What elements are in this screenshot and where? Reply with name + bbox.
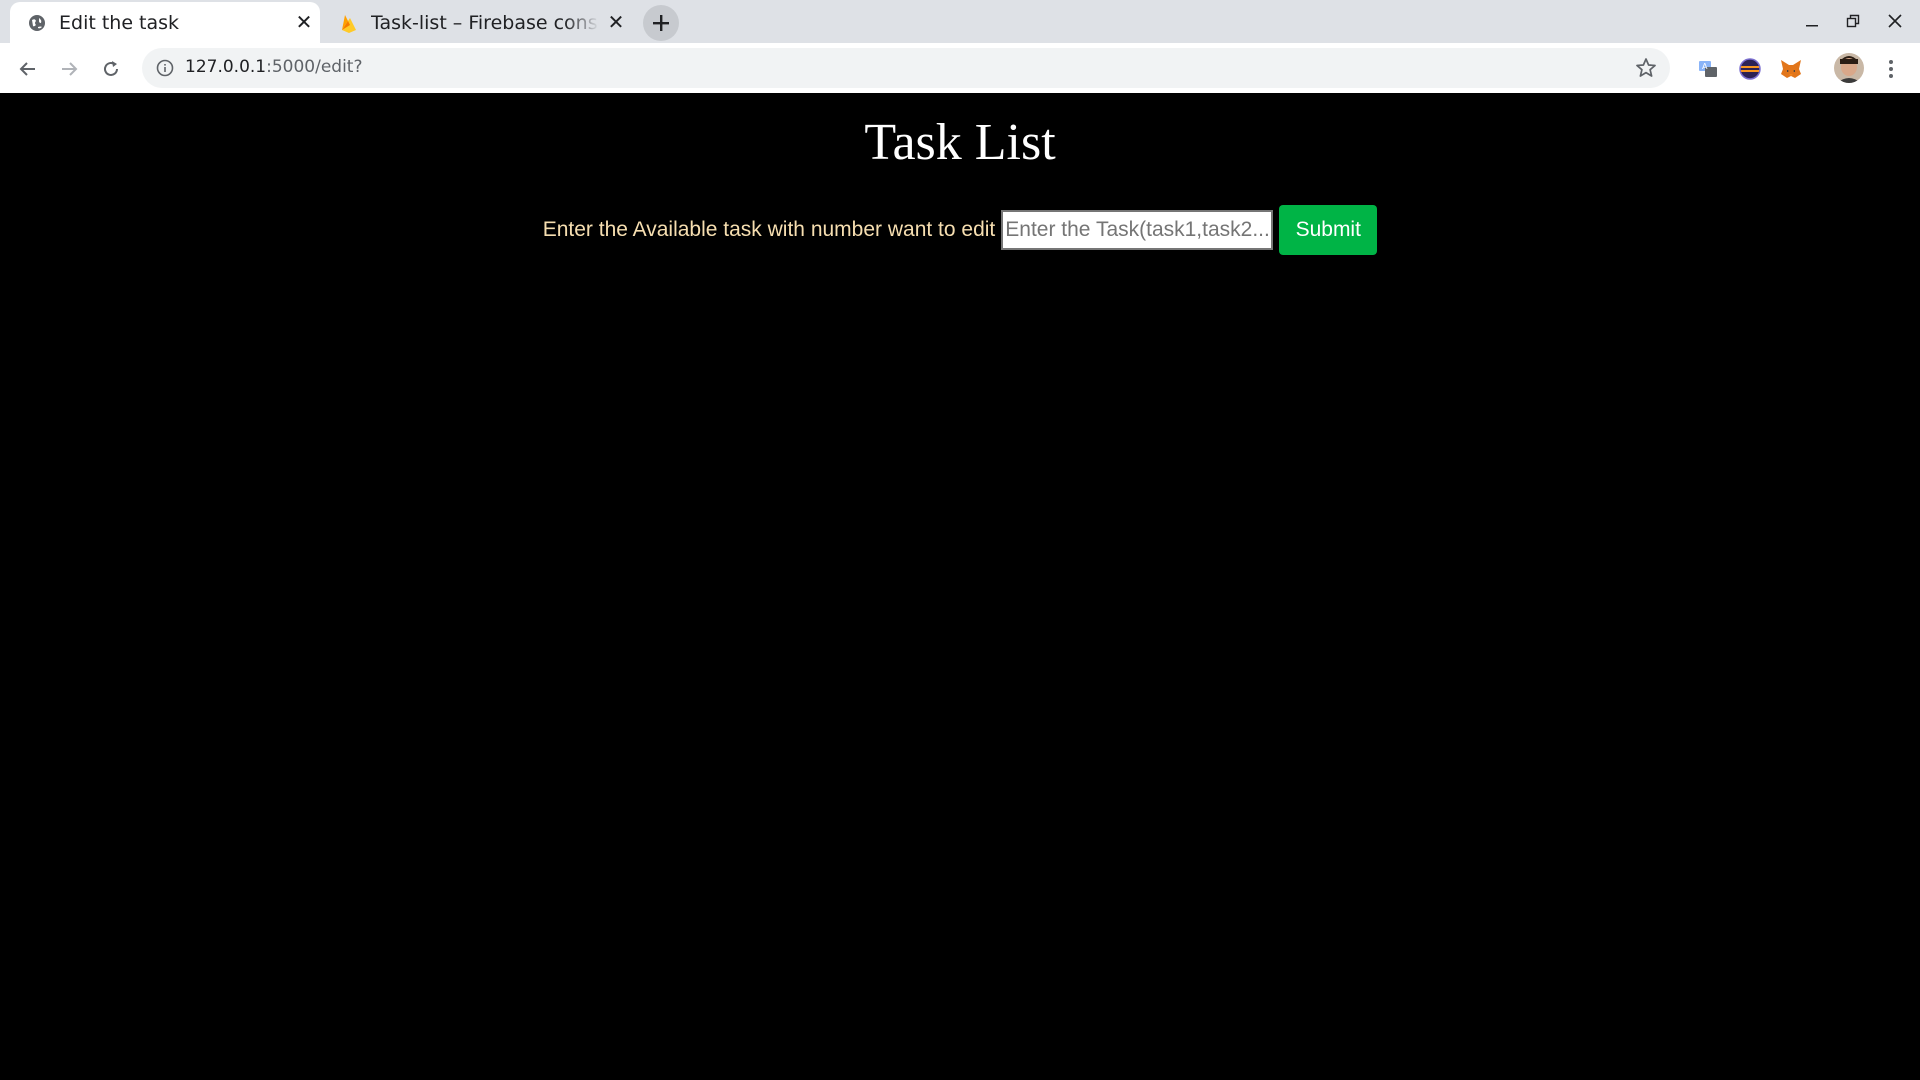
restore-window-button[interactable] bbox=[1838, 8, 1868, 34]
eclipse-extension-icon[interactable] bbox=[1736, 55, 1764, 83]
new-tab-button[interactable] bbox=[643, 5, 679, 41]
svg-text:A: A bbox=[1702, 62, 1708, 71]
restore-icon bbox=[1846, 14, 1860, 28]
tab-firebase-console[interactable]: Task-list – Firebase console ✕ bbox=[322, 2, 632, 43]
avatar[interactable] bbox=[1834, 53, 1864, 83]
url-text[interactable]: 127.0.0.1:5000/edit? bbox=[185, 57, 363, 77]
close-tab-icon[interactable]: ✕ bbox=[293, 12, 315, 34]
url-host: 127.0.0.1 bbox=[185, 57, 267, 77]
firebase-icon bbox=[339, 13, 359, 33]
close-window-button[interactable] bbox=[1880, 8, 1910, 34]
tab-title: Task-list – Firebase console bbox=[371, 11, 599, 34]
address-bar[interactable]: 127.0.0.1:5000/edit? bbox=[142, 48, 1670, 88]
minimize-icon bbox=[1806, 25, 1818, 27]
browser-toolbar: 127.0.0.1:5000/edit? A bbox=[0, 43, 1920, 93]
close-icon bbox=[1888, 14, 1902, 28]
page-content: Task List Enter the Available task with … bbox=[0, 93, 1920, 1080]
translate-extension-icon[interactable]: A bbox=[1694, 55, 1722, 83]
bookmark-star-icon[interactable] bbox=[1632, 54, 1660, 82]
globe-icon bbox=[27, 13, 47, 33]
task-input-label: Enter the Available task with number wan… bbox=[542, 218, 996, 241]
metamask-fox-icon[interactable] bbox=[1777, 55, 1805, 83]
reload-button[interactable] bbox=[94, 52, 128, 86]
more-vert-icon bbox=[1889, 60, 1893, 78]
browser-chrome: Edit the task ✕ Task-list – Firebase con… bbox=[0, 0, 1920, 93]
tab-edit-the-task[interactable]: Edit the task ✕ bbox=[10, 2, 320, 43]
tab-title: Edit the task bbox=[59, 11, 180, 34]
close-tab-icon[interactable]: ✕ bbox=[605, 12, 627, 34]
arrow-right-icon bbox=[62, 62, 78, 76]
browser-menu-button[interactable] bbox=[1878, 55, 1904, 83]
tab-strip: Edit the task ✕ Task-list – Firebase con… bbox=[0, 0, 1920, 43]
url-path: :5000/edit? bbox=[266, 57, 363, 77]
forward-button[interactable] bbox=[52, 52, 86, 86]
submit-button[interactable]: Submit bbox=[1279, 205, 1378, 255]
back-button[interactable] bbox=[11, 52, 45, 86]
edit-task-form: Enter the Available task with number wan… bbox=[0, 205, 1920, 255]
reload-icon bbox=[104, 61, 118, 76]
arrow-left-icon bbox=[19, 62, 35, 76]
page-title: Task List bbox=[864, 114, 1056, 171]
plus-icon bbox=[653, 15, 669, 31]
task-input[interactable] bbox=[1001, 210, 1274, 250]
minimize-window-button[interactable] bbox=[1797, 8, 1827, 34]
info-icon[interactable] bbox=[154, 57, 176, 79]
